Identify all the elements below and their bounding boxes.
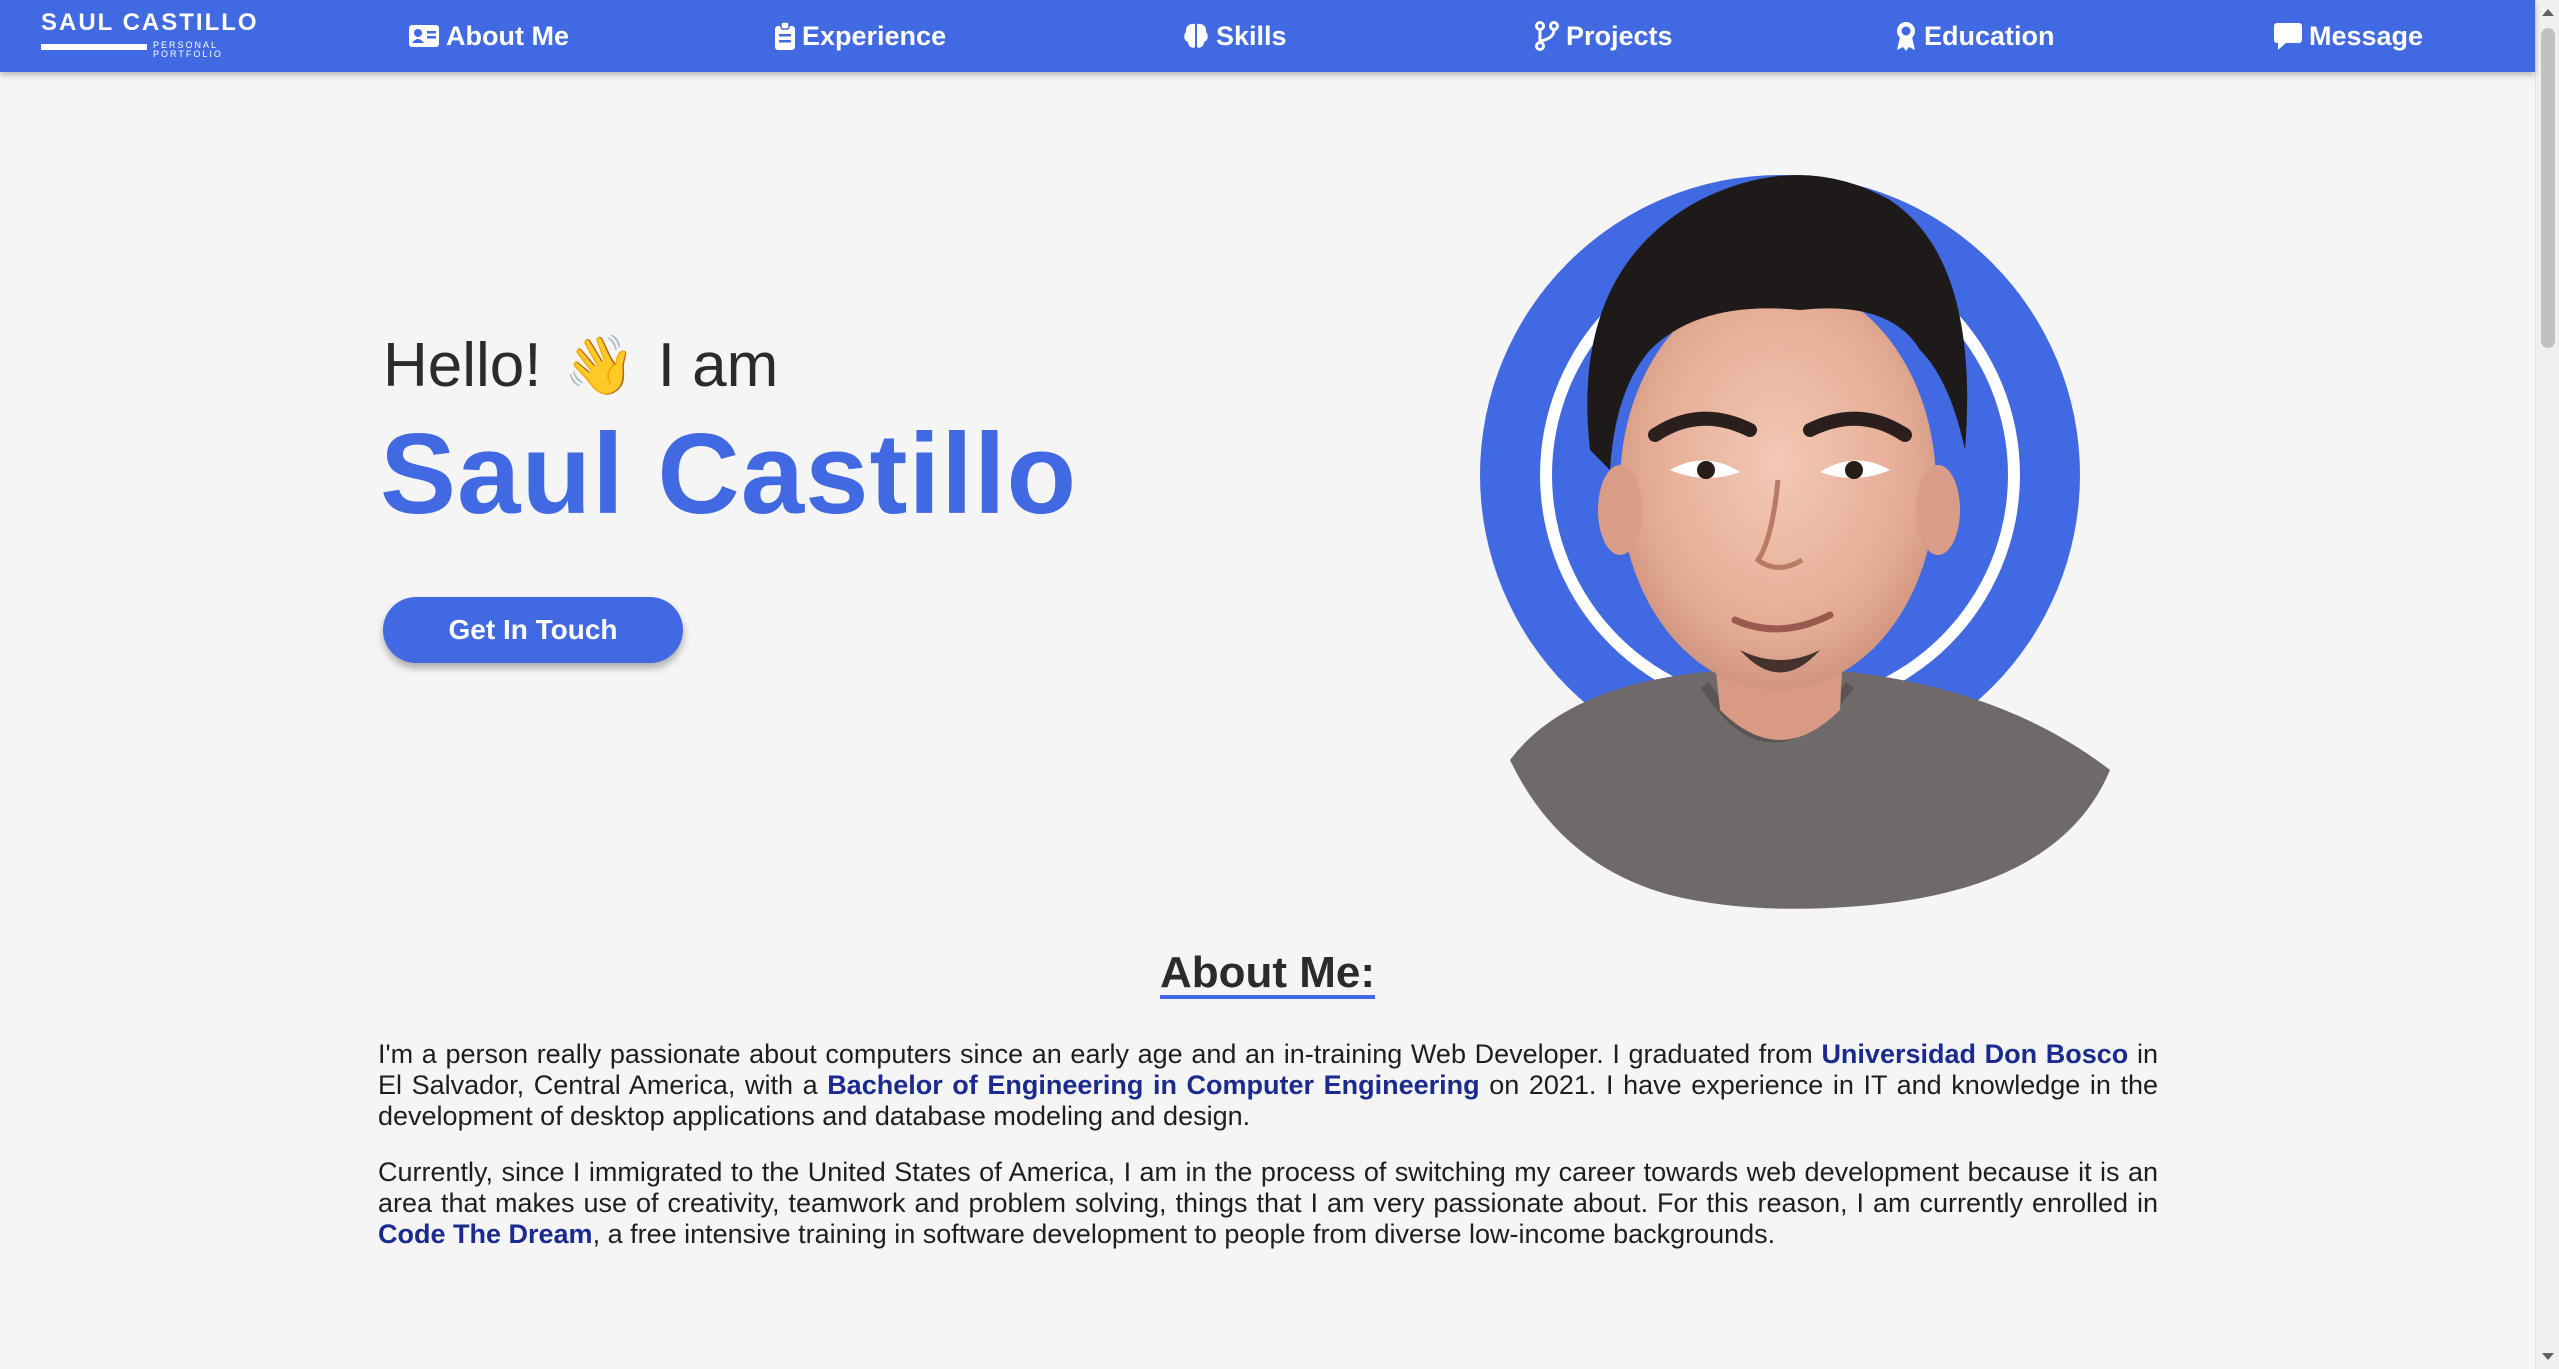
nav-item-message[interactable]: Message — [2274, 0, 2423, 72]
nav-label-experience: Experience — [802, 20, 947, 51]
waving-hand-icon: 👋 — [563, 332, 636, 398]
nav-item-projects[interactable]: Projects — [1535, 0, 1673, 72]
greeting-text: Hello! — [383, 331, 542, 400]
nav-item-skills[interactable]: Skills — [1183, 0, 1287, 72]
code-the-dream-highlight: Code The Dream — [378, 1219, 593, 1249]
page-scrollbar[interactable] — [2535, 0, 2559, 1369]
degree-highlight: Bachelor of Engineering in Computer Engi… — [827, 1070, 1480, 1100]
brand-subtitle: PERSONAL PORTFOLIO — [153, 40, 223, 59]
hero-name: Saul Castillo — [380, 411, 1078, 538]
profile-photo — [1480, 175, 2110, 909]
scroll-down-icon[interactable] — [2542, 1353, 2554, 1360]
nav-label-skills: Skills — [1216, 20, 1287, 51]
university-link: Universidad Don Bosco — [1821, 1039, 2129, 1069]
nav-label-education: Education — [1924, 20, 2055, 51]
code-branch-icon — [1535, 21, 1559, 51]
nav-item-education[interactable]: Education — [1895, 0, 2055, 72]
about-title-text: About Me: — [1159, 948, 1376, 997]
scroll-thumb[interactable] — [2541, 28, 2555, 348]
right-pupil — [1845, 461, 1863, 479]
navbar: SAUL CASTILLO PERSONAL PORTFOLIO About M… — [0, 0, 2535, 72]
hero-greeting: Hello! 👋 I am — [383, 330, 778, 401]
get-in-touch-button[interactable]: Get In Touch — [383, 597, 683, 663]
about-p1-text-1: I'm a person really passionate about com… — [378, 1039, 1822, 1069]
message-icon — [2274, 23, 2302, 50]
scroll-up-icon[interactable] — [2542, 9, 2554, 16]
about-section-title: About Me: — [0, 948, 2535, 998]
nav-item-about-me[interactable]: About Me — [409, 0, 569, 72]
about-paragraph-2: Currently, since I immigrated to the Uni… — [378, 1157, 2158, 1250]
about-p2-text-2: , a free intensive training in software … — [592, 1219, 1776, 1249]
right-ear — [1916, 465, 1960, 555]
about-p2-text-1: Currently, since I immigrated to the Uni… — [378, 1157, 2158, 1218]
left-ear — [1598, 465, 1642, 555]
award-icon — [1897, 22, 1915, 51]
brain-icon — [1184, 23, 1208, 48]
nav-label-about-me: About Me — [446, 20, 569, 51]
about-paragraph-1: I'm a person really passionate about com… — [378, 1039, 2158, 1132]
nav-label-projects: Projects — [1566, 20, 1673, 51]
id-card-icon — [409, 25, 439, 47]
clipboard-icon — [775, 22, 795, 50]
left-pupil — [1697, 461, 1715, 479]
nav-label-message: Message — [2309, 20, 2424, 51]
brand-name: SAUL CASTILLO — [41, 9, 259, 36]
greeting-suffix: I am — [657, 331, 779, 400]
brand-underline — [41, 44, 147, 50]
nav-item-experience[interactable]: Experience — [775, 0, 946, 72]
brand-logo[interactable]: SAUL CASTILLO PERSONAL PORTFOLIO — [41, 10, 271, 62]
